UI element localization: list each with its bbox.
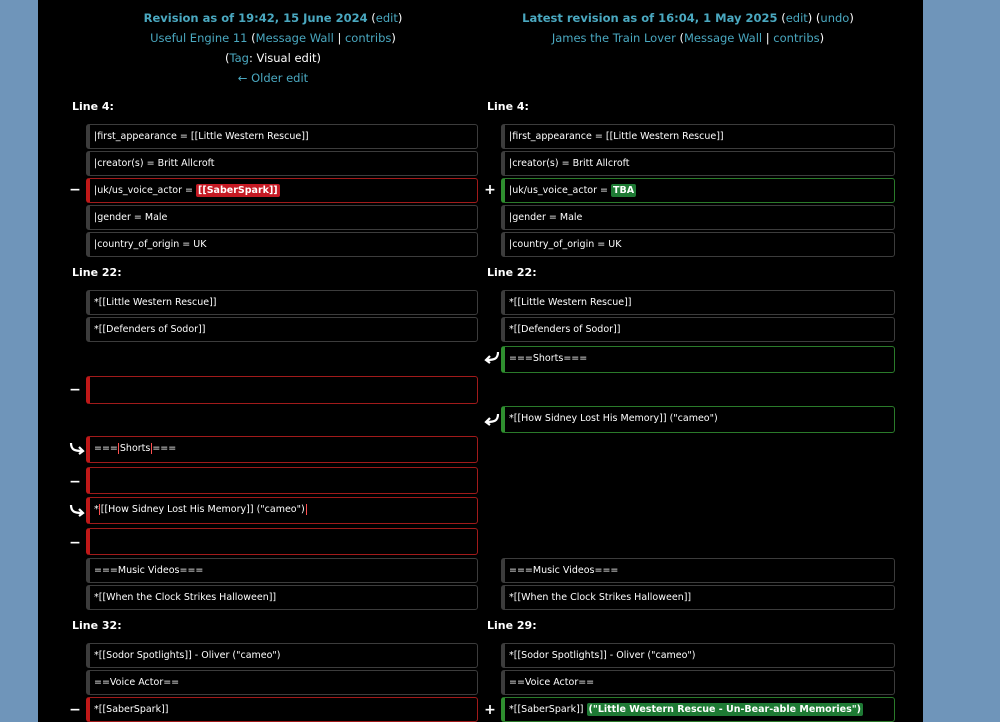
moved-line: === Shorts === <box>86 436 478 463</box>
left-context-line: *[[Sodor Spotlights]] - Oliver ("cameo") <box>86 643 478 668</box>
left-context-line: |creator(s) = Britt Allcroft <box>86 151 478 176</box>
deleted-empty-line <box>86 376 478 404</box>
older-edit-link[interactable]: ← Older edit <box>238 71 308 85</box>
right-context-line: *[[Sodor Spotlights]] - Oliver ("cameo") <box>501 643 895 668</box>
voice-actor-prefix: |uk/us_voice_actor = <box>509 185 612 196</box>
moved-from-arrow-icon[interactable] <box>483 350 501 364</box>
moved-from-arrow-icon[interactable] <box>483 412 501 426</box>
left-context-line: ==Voice Actor== <box>86 670 478 695</box>
right-line-number: Line 29: <box>487 619 537 632</box>
right-context-line: *[[Little Western Rescue]] <box>501 290 895 315</box>
left-line-number: Line 22: <box>72 266 122 279</box>
right-context-line: *[[Defenders of Sodor]] <box>501 317 895 342</box>
left-context-line: *[[Little Western Rescue]] <box>86 290 478 315</box>
added-text: TBA <box>611 184 637 197</box>
right-context-line: |first_appearance = [[Little Western Res… <box>501 124 895 149</box>
right-revision-title[interactable]: Latest revision as of 16:04, 1 May 2025 <box>522 11 777 25</box>
deleted-line: |uk/us_voice_actor = [[SaberSpark]] <box>86 178 478 203</box>
moved-text: Shorts <box>117 443 153 454</box>
left-context-line: |gender = Male <box>86 205 478 230</box>
moved-line: * [[How Sidney Lost His Memory]] ("cameo"… <box>86 497 478 524</box>
plus-marker: + <box>484 702 496 718</box>
right-line-number: Line 4: <box>487 100 529 113</box>
deleted-empty-line <box>86 528 478 555</box>
minus-marker: − <box>69 182 81 198</box>
right-user-link[interactable]: James the Train Lover <box>552 31 676 45</box>
minus-marker: − <box>69 702 81 718</box>
deleted-text: [[SaberSpark]] <box>196 184 280 197</box>
left-revision-header: Revision as of 19:42, 15 June 2024 (edit… <box>143 11 403 85</box>
left-line-number: Line 32: <box>72 619 122 632</box>
moved-text: === <box>152 443 177 454</box>
right-contribs-link[interactable]: contribs <box>773 31 819 45</box>
moved-to-arrow-icon[interactable] <box>68 503 86 517</box>
added-line: |uk/us_voice_actor = TBA <box>501 178 895 203</box>
diff-page: Revision as of 19:42, 15 June 2024 (edit… <box>38 0 923 722</box>
voice-actor-prefix: |uk/us_voice_actor = <box>94 185 197 196</box>
left-context-line: ===Music Videos=== <box>86 558 478 583</box>
left-context-line: |country_of_origin = UK <box>86 232 478 257</box>
left-message-wall-link[interactable]: Message Wall <box>256 31 334 45</box>
left-context-line: |first_appearance = [[Little Western Res… <box>86 124 478 149</box>
added-line: *[[How Sidney Lost His Memory]] ("cameo"… <box>501 406 895 433</box>
right-context-line: |creator(s) = Britt Allcroft <box>501 151 895 176</box>
minus-marker: − <box>69 382 81 398</box>
moved-text: [[How Sidney Lost His Memory]] ("cameo") <box>98 504 307 515</box>
minus-marker: − <box>69 535 81 551</box>
moved-text: === <box>94 443 118 454</box>
right-context-line: ===Music Videos=== <box>501 558 895 583</box>
right-context-line: ==Voice Actor== <box>501 670 895 695</box>
right-line-number: Line 22: <box>487 266 537 279</box>
right-message-wall-link[interactable]: Message Wall <box>684 31 762 45</box>
left-user-link[interactable]: Useful Engine 11 <box>150 31 247 45</box>
deleted-line: *[[SaberSpark]] <box>86 697 478 722</box>
left-revision-title[interactable]: Revision as of 19:42, 15 June 2024 <box>144 11 368 25</box>
plus-marker: + <box>484 182 496 198</box>
deleted-empty-line <box>86 467 478 494</box>
left-line-number: Line 4: <box>72 100 114 113</box>
right-context-line: *[[When the Clock Strikes Halloween]] <box>501 585 895 610</box>
added-text: ("Little Western Rescue - Un-Bear-able M… <box>586 703 864 716</box>
right-revision-header: Latest revision as of 16:04, 1 May 2025 … <box>522 11 854 45</box>
right-context-line: |country_of_origin = UK <box>501 232 895 257</box>
minus-marker: − <box>69 474 81 490</box>
undo-link[interactable]: undo <box>820 11 849 25</box>
added-line: ===Shorts=== <box>501 346 895 373</box>
left-context-line: *[[Defenders of Sodor]] <box>86 317 478 342</box>
left-contribs-link[interactable]: contribs <box>345 31 391 45</box>
left-context-line: *[[When the Clock Strikes Halloween]] <box>86 585 478 610</box>
saber-prefix: *[[SaberSpark]] <box>509 704 587 715</box>
moved-to-arrow-icon[interactable] <box>68 441 86 455</box>
left-edit-link[interactable]: edit <box>376 11 398 25</box>
added-line: *[[SaberSpark]] ("Little Western Rescue … <box>501 697 895 722</box>
tag-link[interactable]: Tag <box>229 51 248 65</box>
tag-value: : Visual edit) <box>248 51 322 65</box>
right-edit-link[interactable]: edit <box>786 11 808 25</box>
right-context-line: |gender = Male <box>501 205 895 230</box>
